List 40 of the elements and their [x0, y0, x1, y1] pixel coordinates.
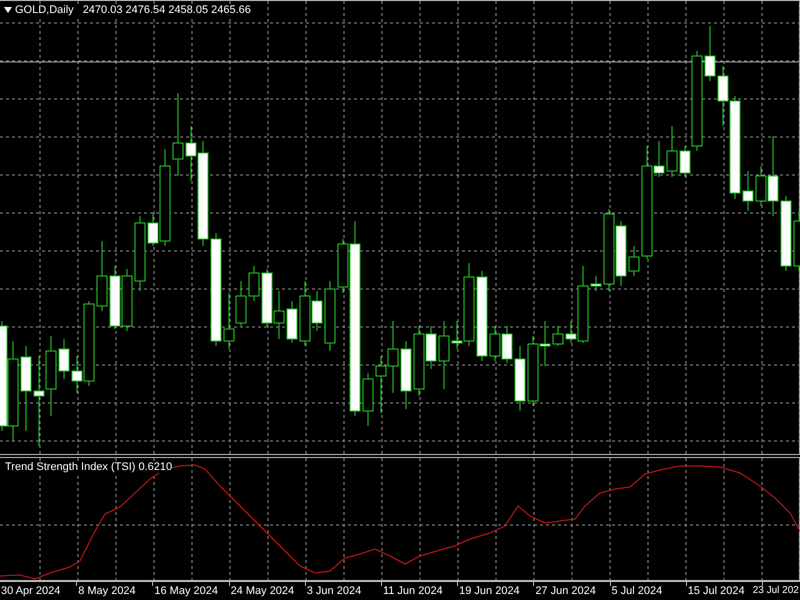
candlestick: [590, 276, 602, 292]
candlestick: [110, 266, 120, 330]
date-label: 8 May 2024: [78, 585, 136, 597]
candlestick: [490, 326, 500, 362]
candlestick: [742, 170, 754, 212]
date-label: 3 Jun 2024: [306, 585, 362, 597]
candlestick: [362, 372, 374, 426]
candlestick: [400, 340, 412, 410]
candlestick: [122, 268, 132, 332]
candlestick: [502, 326, 512, 364]
candlestick: [274, 290, 284, 340]
candlestick: [616, 220, 626, 286]
candlestick: [286, 300, 298, 344]
ohlc-values: 2470.03 2476.54 2458.05 2465.66: [82, 4, 251, 16]
indicator-label: Trend Strength Index (TSI) 0.6210: [5, 461, 172, 473]
date-label: 24 May 2024: [230, 585, 294, 597]
date-label: 5 Jul 2024: [612, 585, 662, 597]
candlestick: [666, 126, 678, 178]
date-label: 23 Jul 202: [752, 585, 799, 596]
candlestick: [628, 246, 640, 276]
date-label: 27 Jun 2024: [535, 585, 596, 597]
candlestick: [704, 26, 716, 82]
candlestick: [552, 326, 564, 346]
candlestick: [224, 292, 234, 350]
date-label: 16 May 2024: [154, 585, 218, 597]
dropdown-triangle-icon[interactable]: [4, 7, 12, 13]
candlestick: [58, 338, 70, 380]
candlestick: [376, 356, 386, 414]
candlestick: [236, 280, 246, 326]
date-label: 15 Jul 2024: [688, 585, 745, 597]
date-label: 30 Apr 2024: [1, 585, 60, 597]
symbol-label: GOLD,Daily: [15, 4, 74, 16]
date-label: 19 Jun 2024: [459, 585, 520, 597]
candlestick: [514, 346, 526, 412]
date-label: 11 Jun 2024: [382, 585, 443, 597]
candlestick: [96, 240, 108, 312]
candlestick: [324, 280, 336, 352]
candlestick: [438, 320, 450, 390]
candlestick: [262, 268, 272, 326]
candlestick: [248, 266, 260, 302]
